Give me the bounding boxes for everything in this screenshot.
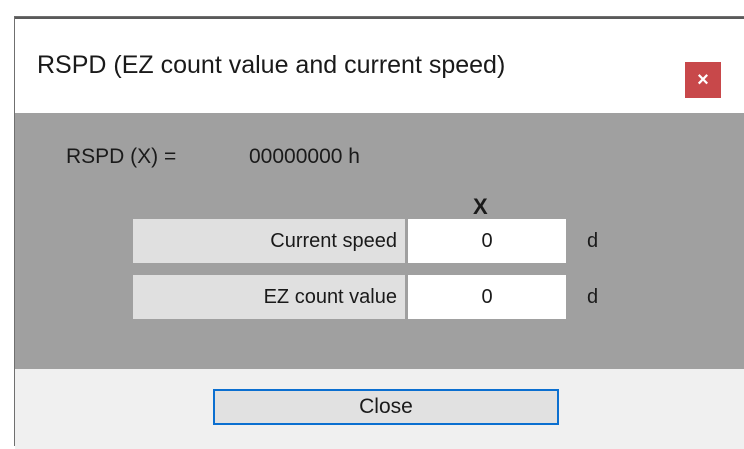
- close-icon[interactable]: ×: [685, 62, 721, 98]
- register-value: 00000000 h: [249, 145, 360, 168]
- title-bar[interactable]: RSPD (EZ count value and current speed) …: [15, 19, 744, 98]
- ez-count-value: 0: [408, 275, 566, 319]
- ez-count-label: EZ count value: [133, 275, 405, 319]
- register-label: RSPD (X) =: [66, 145, 177, 168]
- dialog-window: RSPD (EZ count value and current speed) …: [14, 16, 744, 449]
- ez-count-unit: d: [587, 286, 599, 308]
- close-button[interactable]: Close: [213, 389, 559, 425]
- current-speed-unit: d: [587, 230, 599, 252]
- column-header-x: X: [473, 194, 488, 219]
- current-speed-label: Current speed: [133, 219, 405, 263]
- window-title: RSPD (EZ count value and current speed): [37, 51, 506, 79]
- current-speed-value: 0: [408, 219, 566, 263]
